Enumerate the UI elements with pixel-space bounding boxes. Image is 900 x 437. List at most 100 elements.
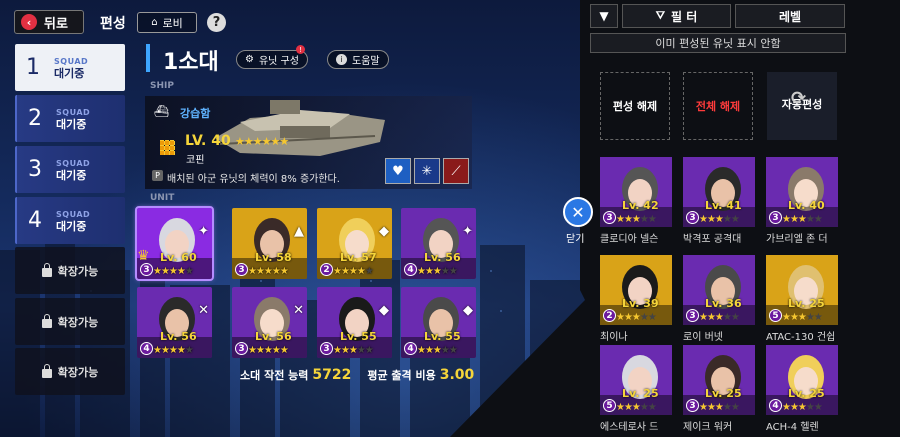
unit-role-icon: ✦ xyxy=(462,224,473,239)
roster-unit-card[interactable]: 3 Lv. 42 ★★★★★ xyxy=(600,157,672,227)
squad-tab-1[interactable]: 1 SQUAD 대기중 xyxy=(15,44,125,91)
unit-stars: ★★★★★ xyxy=(699,402,740,413)
unit-level: Lv. 57 xyxy=(340,251,377,264)
roster-unit-name: 가브리엘 존 더 xyxy=(766,234,828,245)
lobby-button[interactable]: ⌂ 로비 xyxy=(137,12,197,33)
lock-icon xyxy=(41,263,52,277)
power-label: 소대 작전 능력 xyxy=(240,369,309,382)
collapse-button[interactable]: ▼ xyxy=(590,4,618,28)
squad-tab-2[interactable]: 2 SQUAD 대기중 xyxy=(15,95,125,142)
squad-number: 4 xyxy=(28,208,42,233)
squad-title: 1소대 xyxy=(163,50,219,75)
squad-tab-4[interactable]: 4 SQUAD 대기중 xyxy=(15,197,125,244)
triangle-down-icon: ▼ xyxy=(599,9,609,23)
unit-cost-badge: 3 xyxy=(235,263,248,276)
roster-unit-card[interactable]: 3 Lv. 36 ★★★★★ xyxy=(683,255,755,325)
unit-cost-badge: 3 xyxy=(686,309,699,322)
unit-card[interactable]: ◆ 2 Lv. 57 ★★★★★ xyxy=(317,208,392,279)
unit-cost-badge: 4 xyxy=(404,342,417,355)
filter-button[interactable]: ⛛ 필 터 xyxy=(622,4,731,28)
unit-cost-badge: 5 xyxy=(603,399,616,412)
unit-stars: ★★★★★ xyxy=(699,312,740,323)
squad-number: 1 xyxy=(26,55,40,80)
unit-role-icon: ✕ xyxy=(293,303,304,318)
unit-level: Lv. 36 xyxy=(705,297,742,310)
unit-cost-badge: 3 xyxy=(235,342,248,355)
unit-config-label: 유닛 구성 xyxy=(258,56,299,67)
back-button[interactable]: ‹ 뒤로 xyxy=(14,10,84,34)
squad-label: SQUAD xyxy=(56,107,91,117)
squad-tab-3[interactable]: 3 SQUAD 대기중 xyxy=(15,146,125,193)
unit-card[interactable]: ✦ 4 Lv. 56 ★★★★★ xyxy=(401,208,476,279)
cost-value: 3.00 xyxy=(439,367,475,383)
unit-cost-badge: 4 xyxy=(769,399,782,412)
roster-unit-name: ACH-4 헬렌 xyxy=(766,422,819,433)
auto-assign-button[interactable]: ⟳ 자동편성 xyxy=(767,72,837,140)
roster-unit-card[interactable]: 3 Lv. 40 ★★★★★ xyxy=(766,157,838,227)
help-button[interactable]: ? xyxy=(207,13,226,32)
lock-icon xyxy=(41,314,52,328)
roster-unit-name: ATAC-130 건쉽 xyxy=(766,332,836,343)
title-accent-bar xyxy=(146,44,150,72)
roster-unit-card[interactable]: 5 Lv. 25 ★★★★★ xyxy=(600,345,672,415)
roster-unit-card[interactable]: 3 Lv. 25 ★★★★★ xyxy=(683,345,755,415)
unit-config-button[interactable]: ⚙ 유닛 구성 ! xyxy=(236,45,308,69)
ship-grid-icon xyxy=(160,140,175,155)
unit-cost-badge: 2 xyxy=(603,309,616,322)
leader-crown-icon: ♛ xyxy=(137,248,150,264)
ship-name: 코핀 xyxy=(186,155,205,166)
locked-squad-slot[interactable]: 확장가능 xyxy=(15,298,125,345)
unassign-all-button[interactable]: 전체 해제 xyxy=(683,72,753,140)
roster-unit-name: 최이나 xyxy=(600,332,628,343)
filter-label: 필 터 xyxy=(670,9,698,24)
locked-label: 확장가능 xyxy=(57,315,99,329)
roster-unit-card[interactable]: 5 Lv. 25 ★★★★★ xyxy=(766,255,838,325)
unit-card[interactable]: ✕ 3 Lv. 56 ★★★★★ xyxy=(232,287,307,358)
slash-skill-icon: ⟋ xyxy=(443,158,469,184)
unit-role-icon: ✦ xyxy=(198,224,209,239)
roster-unit-card[interactable]: 3 Lv. 41 ★★★★★ xyxy=(683,157,755,227)
power-value: 5722 xyxy=(312,367,352,383)
chevron-left-icon: ‹ xyxy=(21,14,37,30)
squad-stats: 소대 작전 능력 5722 평균 출격 비용 3.00 xyxy=(240,367,474,383)
squad-number: 3 xyxy=(28,157,42,182)
squad-label: SQUAD xyxy=(56,158,91,168)
squad-number: 2 xyxy=(28,106,42,131)
heart-skill-icon: ♥ xyxy=(385,158,411,184)
unit-stars: ★★★★★ xyxy=(699,214,740,225)
unit-card[interactable]: ✕ 4 Lv. 56 ★★★★★ xyxy=(137,287,212,358)
locked-label: 확장가능 xyxy=(57,365,99,379)
unit-card[interactable]: ◆ 4 Lv. 55 ★★★★★ xyxy=(401,287,476,358)
unit-card[interactable]: ✦ 3 Lv. 60 ★★★★★ ♛ xyxy=(135,206,214,281)
unit-level: Lv. 56 xyxy=(255,330,292,343)
roster-unit-card[interactable]: 2 Lv. 39 ★★★★★ xyxy=(600,255,672,325)
close-button[interactable]: ✕ xyxy=(563,197,593,227)
unit-role-icon: ✕ xyxy=(198,303,209,318)
unit-card[interactable]: ▲ 3 Lv. 58 ★★★★★ xyxy=(232,208,307,279)
help-guide-button[interactable]: i 도움말 xyxy=(327,50,389,69)
unassign-button[interactable]: 편성 해제 xyxy=(600,72,670,140)
unit-stars: ★★★★★ xyxy=(417,266,458,277)
hide-assigned-toggle[interactable]: 이미 편성된 유닛 표시 안함 xyxy=(590,33,846,53)
roster-unit-name: 클로디아 넬슨 xyxy=(600,234,659,245)
unit-level: Lv. 39 xyxy=(622,297,659,310)
squad-status: 대기중 xyxy=(56,117,87,131)
roster-unit-card[interactable]: 4 Lv. 25 ★★★★★ xyxy=(766,345,838,415)
sort-dropdown[interactable]: 레벨 xyxy=(735,4,845,28)
unit-card[interactable]: ◆ 3 Lv. 55 ★★★★★ xyxy=(317,287,392,358)
ship-image xyxy=(215,100,385,156)
squad-status: 대기중 xyxy=(56,168,87,182)
alert-badge: ! xyxy=(295,45,305,54)
unit-stars: ★★★★★ xyxy=(782,402,823,413)
roster-unit-name: 제이크 워커 xyxy=(683,422,733,433)
unit-level: Lv. 56 xyxy=(424,251,461,264)
unit-level: Lv. 42 xyxy=(622,199,659,212)
unit-cost-badge: 3 xyxy=(769,211,782,224)
lobby-label: 로비 xyxy=(162,16,183,30)
unit-stars: ★★★★★ xyxy=(153,266,194,277)
unit-cost-badge: 3 xyxy=(320,342,333,355)
locked-squad-slot[interactable]: 확장가능 xyxy=(15,348,125,395)
ship-type: 강습함 xyxy=(180,107,211,120)
roster-unit-name: 에스테로사 드 xyxy=(600,422,659,433)
locked-squad-slot[interactable]: 확장가능 xyxy=(15,247,125,294)
